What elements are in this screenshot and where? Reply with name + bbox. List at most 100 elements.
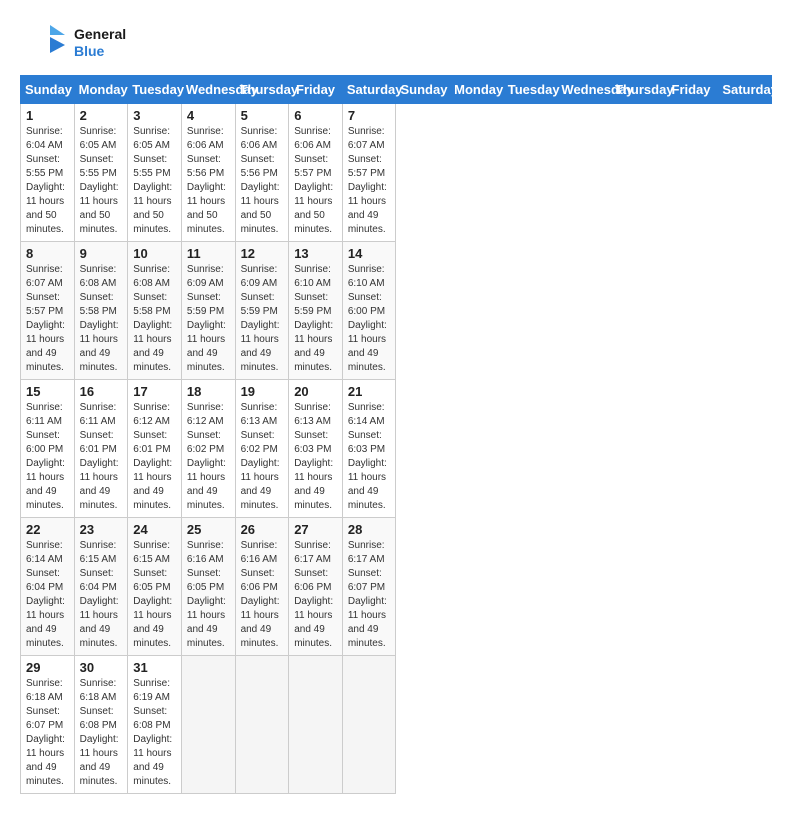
week-row-2: 8 Sunrise: 6:07 AMSunset: 5:57 PMDayligh… <box>21 242 772 380</box>
day-number: 2 <box>80 108 123 123</box>
day-number: 4 <box>187 108 230 123</box>
col-header-thursday: Thursday <box>235 76 289 104</box>
day-number: 19 <box>241 384 284 399</box>
day-number: 3 <box>133 108 176 123</box>
day-cell-14: 14 Sunrise: 6:10 AMSunset: 6:00 PMDaylig… <box>342 242 396 380</box>
col-header-monday: Monday <box>74 76 128 104</box>
day-number: 30 <box>80 660 123 675</box>
day-number: 11 <box>187 246 230 261</box>
day-info: Sunrise: 6:13 AMSunset: 6:03 PMDaylight:… <box>294 402 333 511</box>
page-header: GeneralBlue <box>20 20 772 65</box>
day-cell-18: 18 Sunrise: 6:12 AMSunset: 6:02 PMDaylig… <box>181 380 235 518</box>
col-header-wednesday: Wednesday <box>557 76 611 104</box>
week-row-5: 29 Sunrise: 6:18 AMSunset: 6:07 PMDaylig… <box>21 656 772 794</box>
day-info: Sunrise: 6:11 AMSunset: 6:00 PMDaylight:… <box>26 402 65 511</box>
day-cell-27: 27 Sunrise: 6:17 AMSunset: 6:06 PMDaylig… <box>289 518 343 656</box>
day-number: 31 <box>133 660 176 675</box>
day-cell-22: 22 Sunrise: 6:14 AMSunset: 6:04 PMDaylig… <box>21 518 75 656</box>
empty-cell <box>181 656 235 794</box>
col-header-sunday: Sunday <box>396 76 450 104</box>
day-cell-29: 29 Sunrise: 6:18 AMSunset: 6:07 PMDaylig… <box>21 656 75 794</box>
day-number: 9 <box>80 246 123 261</box>
day-number: 8 <box>26 246 69 261</box>
day-number: 27 <box>294 522 337 537</box>
day-number: 13 <box>294 246 337 261</box>
day-cell-17: 17 Sunrise: 6:12 AMSunset: 6:01 PMDaylig… <box>128 380 182 518</box>
day-cell-20: 20 Sunrise: 6:13 AMSunset: 6:03 PMDaylig… <box>289 380 343 518</box>
week-row-3: 15 Sunrise: 6:11 AMSunset: 6:00 PMDaylig… <box>21 380 772 518</box>
day-cell-11: 11 Sunrise: 6:09 AMSunset: 5:59 PMDaylig… <box>181 242 235 380</box>
day-info: Sunrise: 6:09 AMSunset: 5:59 PMDaylight:… <box>187 264 226 373</box>
week-row-4: 22 Sunrise: 6:14 AMSunset: 6:04 PMDaylig… <box>21 518 772 656</box>
day-cell-31: 31 Sunrise: 6:19 AMSunset: 6:08 PMDaylig… <box>128 656 182 794</box>
day-info: Sunrise: 6:12 AMSunset: 6:01 PMDaylight:… <box>133 402 172 511</box>
week-row-1: 1 Sunrise: 6:04 AMSunset: 5:55 PMDayligh… <box>21 104 772 242</box>
day-number: 6 <box>294 108 337 123</box>
day-info: Sunrise: 6:16 AMSunset: 6:05 PMDaylight:… <box>187 540 226 649</box>
day-info: Sunrise: 6:09 AMSunset: 5:59 PMDaylight:… <box>241 264 280 373</box>
day-info: Sunrise: 6:11 AMSunset: 6:01 PMDaylight:… <box>80 402 119 511</box>
day-cell-6: 6 Sunrise: 6:06 AMSunset: 5:57 PMDayligh… <box>289 104 343 242</box>
day-cell-1: 1 Sunrise: 6:04 AMSunset: 5:55 PMDayligh… <box>21 104 75 242</box>
day-info: Sunrise: 6:17 AMSunset: 6:06 PMDaylight:… <box>294 540 333 649</box>
empty-cell <box>289 656 343 794</box>
day-cell-16: 16 Sunrise: 6:11 AMSunset: 6:01 PMDaylig… <box>74 380 128 518</box>
day-cell-5: 5 Sunrise: 6:06 AMSunset: 5:56 PMDayligh… <box>235 104 289 242</box>
day-number: 22 <box>26 522 69 537</box>
day-number: 23 <box>80 522 123 537</box>
day-number: 21 <box>348 384 391 399</box>
col-header-thursday: Thursday <box>611 76 665 104</box>
day-number: 12 <box>241 246 284 261</box>
day-cell-8: 8 Sunrise: 6:07 AMSunset: 5:57 PMDayligh… <box>21 242 75 380</box>
header-row: SundayMondayTuesdayWednesdayThursdayFrid… <box>21 76 772 104</box>
day-info: Sunrise: 6:19 AMSunset: 6:08 PMDaylight:… <box>133 678 172 787</box>
day-info: Sunrise: 6:08 AMSunset: 5:58 PMDaylight:… <box>133 264 172 373</box>
day-cell-3: 3 Sunrise: 6:05 AMSunset: 5:55 PMDayligh… <box>128 104 182 242</box>
day-info: Sunrise: 6:06 AMSunset: 5:56 PMDaylight:… <box>187 126 226 235</box>
col-header-monday: Monday <box>450 76 504 104</box>
day-info: Sunrise: 6:08 AMSunset: 5:58 PMDaylight:… <box>80 264 119 373</box>
logo-general: General <box>74 26 126 43</box>
col-header-saturday: Saturday <box>342 76 396 104</box>
day-info: Sunrise: 6:16 AMSunset: 6:06 PMDaylight:… <box>241 540 280 649</box>
day-info: Sunrise: 6:18 AMSunset: 6:07 PMDaylight:… <box>26 678 65 787</box>
col-header-friday: Friday <box>289 76 343 104</box>
day-cell-24: 24 Sunrise: 6:15 AMSunset: 6:05 PMDaylig… <box>128 518 182 656</box>
day-cell-30: 30 Sunrise: 6:18 AMSunset: 6:08 PMDaylig… <box>74 656 128 794</box>
logo: GeneralBlue <box>20 20 126 65</box>
day-info: Sunrise: 6:10 AMSunset: 6:00 PMDaylight:… <box>348 264 387 373</box>
empty-cell <box>235 656 289 794</box>
day-cell-13: 13 Sunrise: 6:10 AMSunset: 5:59 PMDaylig… <box>289 242 343 380</box>
col-header-saturday: Saturday <box>718 76 772 104</box>
day-cell-23: 23 Sunrise: 6:15 AMSunset: 6:04 PMDaylig… <box>74 518 128 656</box>
day-info: Sunrise: 6:18 AMSunset: 6:08 PMDaylight:… <box>80 678 119 787</box>
day-number: 25 <box>187 522 230 537</box>
day-info: Sunrise: 6:13 AMSunset: 6:02 PMDaylight:… <box>241 402 280 511</box>
calendar-table: SundayMondayTuesdayWednesdayThursdayFrid… <box>20 75 772 794</box>
day-info: Sunrise: 6:04 AMSunset: 5:55 PMDaylight:… <box>26 126 65 235</box>
logo-text: GeneralBlue <box>74 26 126 60</box>
day-info: Sunrise: 6:05 AMSunset: 5:55 PMDaylight:… <box>80 126 119 235</box>
day-cell-26: 26 Sunrise: 6:16 AMSunset: 6:06 PMDaylig… <box>235 518 289 656</box>
day-cell-12: 12 Sunrise: 6:09 AMSunset: 5:59 PMDaylig… <box>235 242 289 380</box>
day-info: Sunrise: 6:07 AMSunset: 5:57 PMDaylight:… <box>348 126 387 235</box>
day-number: 17 <box>133 384 176 399</box>
day-cell-9: 9 Sunrise: 6:08 AMSunset: 5:58 PMDayligh… <box>74 242 128 380</box>
empty-cell <box>342 656 396 794</box>
day-cell-15: 15 Sunrise: 6:11 AMSunset: 6:00 PMDaylig… <box>21 380 75 518</box>
day-info: Sunrise: 6:17 AMSunset: 6:07 PMDaylight:… <box>348 540 387 649</box>
col-header-wednesday: Wednesday <box>181 76 235 104</box>
day-cell-21: 21 Sunrise: 6:14 AMSunset: 6:03 PMDaylig… <box>342 380 396 518</box>
col-header-friday: Friday <box>664 76 718 104</box>
day-number: 16 <box>80 384 123 399</box>
day-info: Sunrise: 6:05 AMSunset: 5:55 PMDaylight:… <box>133 126 172 235</box>
col-header-sunday: Sunday <box>21 76 75 104</box>
day-cell-19: 19 Sunrise: 6:13 AMSunset: 6:02 PMDaylig… <box>235 380 289 518</box>
day-number: 5 <box>241 108 284 123</box>
logo-blue: Blue <box>74 43 126 60</box>
col-header-tuesday: Tuesday <box>128 76 182 104</box>
day-cell-10: 10 Sunrise: 6:08 AMSunset: 5:58 PMDaylig… <box>128 242 182 380</box>
day-number: 20 <box>294 384 337 399</box>
day-number: 29 <box>26 660 69 675</box>
day-info: Sunrise: 6:12 AMSunset: 6:02 PMDaylight:… <box>187 402 226 511</box>
